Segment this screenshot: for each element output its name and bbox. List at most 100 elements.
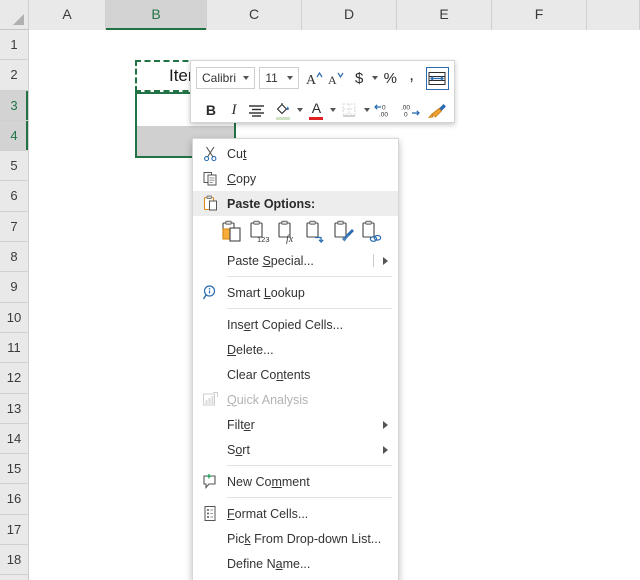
- row-header-2[interactable]: 2: [0, 60, 29, 91]
- scissors-icon: [193, 145, 227, 162]
- column-header-filler: [587, 0, 640, 30]
- svg-text:.00: .00: [401, 105, 410, 112]
- context-menu-item-paste-special[interactable]: Paste Special...: [193, 248, 398, 273]
- paste-option-paste-link-icon[interactable]: [360, 219, 384, 245]
- svg-text:A: A: [328, 73, 337, 87]
- shrink-font-icon[interactable]: A: [326, 67, 346, 90]
- chevron-down-icon[interactable]: [243, 76, 250, 80]
- context-menu-item-label: Pick From Drop-down List...: [227, 531, 382, 546]
- column-header-F[interactable]: F: [492, 0, 587, 30]
- column-header-B[interactable]: B: [106, 0, 207, 30]
- font-size-combo[interactable]: 11: [259, 67, 300, 89]
- row-header-7[interactable]: 7: [0, 211, 29, 243]
- column-header-C[interactable]: C: [207, 0, 302, 30]
- row-header-5[interactable]: 5: [0, 151, 29, 182]
- context-menu-item-label: Smart Lookup: [227, 285, 305, 300]
- font-size-value: 11: [265, 71, 278, 85]
- svg-text:0: 0: [382, 105, 386, 112]
- chevron-down-icon[interactable]: [362, 99, 372, 122]
- font-name-combo[interactable]: Calibri: [196, 67, 256, 89]
- paste-option-paste-values-icon[interactable]: 123: [248, 219, 272, 245]
- row-header-column: 1 2 3 4 5 6 7 8 9 10 11 12 13 14 15 16 17 18: [0, 30, 29, 580]
- context-menu-item-sort[interactable]: Sort: [193, 437, 398, 462]
- row-header-17[interactable]: 17: [0, 514, 29, 546]
- column-header-label: F: [534, 6, 544, 22]
- row-header-9[interactable]: 9: [0, 272, 29, 303]
- grow-font-icon[interactable]: A: [304, 67, 324, 90]
- chevron-down-icon[interactable]: [287, 76, 294, 80]
- row-header-1[interactable]: 1: [0, 30, 29, 61]
- row-header-label: 15: [6, 461, 22, 477]
- paste-option-paste-formatting-icon[interactable]: [332, 219, 356, 245]
- fill-color-icon[interactable]: [272, 99, 294, 122]
- context-menu-item-clear-contents[interactable]: Clear Contents: [193, 362, 398, 387]
- context-menu-item-pick-dropdown[interactable]: Pick From Drop-down List...: [193, 526, 398, 551]
- row-header-6[interactable]: 6: [0, 181, 29, 212]
- format-painter-icon[interactable]: [424, 99, 449, 122]
- context-menu-item-label: Delete...: [227, 342, 274, 357]
- row-header-15[interactable]: 15: [0, 454, 29, 485]
- select-all-corner-button[interactable]: [0, 0, 29, 30]
- context-menu-item-label: Paste Special...: [227, 253, 314, 268]
- chevron-down-icon[interactable]: [370, 67, 379, 90]
- accounting-number-format-icon[interactable]: $: [349, 67, 369, 90]
- paste-option-paste-icon[interactable]: [220, 219, 244, 245]
- row-header-18[interactable]: 18: [0, 545, 29, 576]
- borders-icon[interactable]: [339, 99, 361, 122]
- decrease-decimal-icon[interactable]: 0 .00: [372, 99, 397, 122]
- row-header-16[interactable]: 16: [0, 484, 29, 515]
- context-menu-item-paste-options[interactable]: Paste Options:: [193, 191, 398, 216]
- context-menu-item-cut[interactable]: Cut: [193, 141, 398, 166]
- column-header-D[interactable]: D: [302, 0, 397, 30]
- context-menu-item-define-name[interactable]: Define Name...: [193, 551, 398, 576]
- row-header-10[interactable]: 10: [0, 302, 29, 333]
- comment-plus-icon: [193, 473, 227, 490]
- row-header-13[interactable]: 13: [0, 393, 29, 424]
- context-menu-item-smart-lookup[interactable]: Smart Lookup: [193, 280, 398, 305]
- context-menu-item-link[interactable]: Link: [193, 576, 398, 580]
- row-header-label: 6: [10, 188, 18, 204]
- row-header-label: 13: [6, 400, 22, 416]
- context-menu-item-label: Format Cells...: [227, 506, 309, 521]
- row-header-3[interactable]: 3: [0, 90, 29, 121]
- row-header-14[interactable]: 14: [0, 423, 29, 455]
- context-menu-item-copy[interactable]: Copy: [193, 166, 398, 191]
- row-header-11[interactable]: 11: [0, 332, 29, 364]
- context-menu-item-label: Insert Copied Cells...: [227, 317, 344, 332]
- context-menu-item-label: Define Name...: [227, 556, 311, 571]
- context-menu-separator: [227, 497, 392, 498]
- row-header-label: 5: [10, 158, 18, 174]
- svg-text:123: 123: [257, 235, 270, 244]
- column-header-A[interactable]: A: [29, 0, 106, 30]
- row-header-4[interactable]: 4: [0, 120, 29, 152]
- context-menu-item-filter[interactable]: Filter: [193, 412, 398, 437]
- paste-option-paste-transpose-icon[interactable]: [304, 219, 328, 245]
- context-menu-item-label: Quick Analysis: [227, 392, 309, 407]
- italic-icon[interactable]: I: [223, 99, 245, 122]
- comma-style-icon[interactable]: ,: [401, 66, 421, 90]
- bold-icon[interactable]: B: [200, 99, 222, 122]
- column-header-label: B: [151, 6, 161, 22]
- row-header-12[interactable]: 12: [0, 363, 29, 394]
- chevron-down-icon[interactable]: [328, 99, 338, 122]
- font-color-icon[interactable]: A: [305, 99, 327, 122]
- context-menu-item-new-comment[interactable]: New Comment: [193, 469, 398, 494]
- paste-option-paste-formulas-icon[interactable]: fx: [276, 219, 300, 245]
- excel-worksheet-window: ABCDEF 1 2 3 4 5 6 7 8 9 10 11 12 13 14 15 16 17 18 Item …: [0, 0, 640, 580]
- column-header-label: E: [439, 6, 449, 22]
- row-header-label: 2: [10, 67, 18, 83]
- increase-decimal-icon[interactable]: .00 0: [398, 99, 423, 122]
- context-menu-item-format-cells[interactable]: Format Cells...: [193, 501, 398, 526]
- row-header-8[interactable]: 8: [0, 242, 29, 273]
- column-header-E[interactable]: E: [397, 0, 492, 30]
- row-header-label: 10: [6, 309, 22, 325]
- row-header-label: 1: [10, 37, 18, 52]
- merge-and-center-icon[interactable]: [425, 66, 450, 90]
- context-menu-item-insert-copied[interactable]: Insert Copied Cells...: [193, 312, 398, 337]
- percent-style-icon[interactable]: %: [380, 67, 400, 90]
- center-align-icon[interactable]: [246, 99, 268, 122]
- chevron-down-icon[interactable]: [295, 99, 305, 122]
- row-header-label: 17: [6, 521, 22, 537]
- context-menu-item-delete[interactable]: Delete...: [193, 337, 398, 362]
- submenu-arrow-icon: [383, 445, 388, 454]
